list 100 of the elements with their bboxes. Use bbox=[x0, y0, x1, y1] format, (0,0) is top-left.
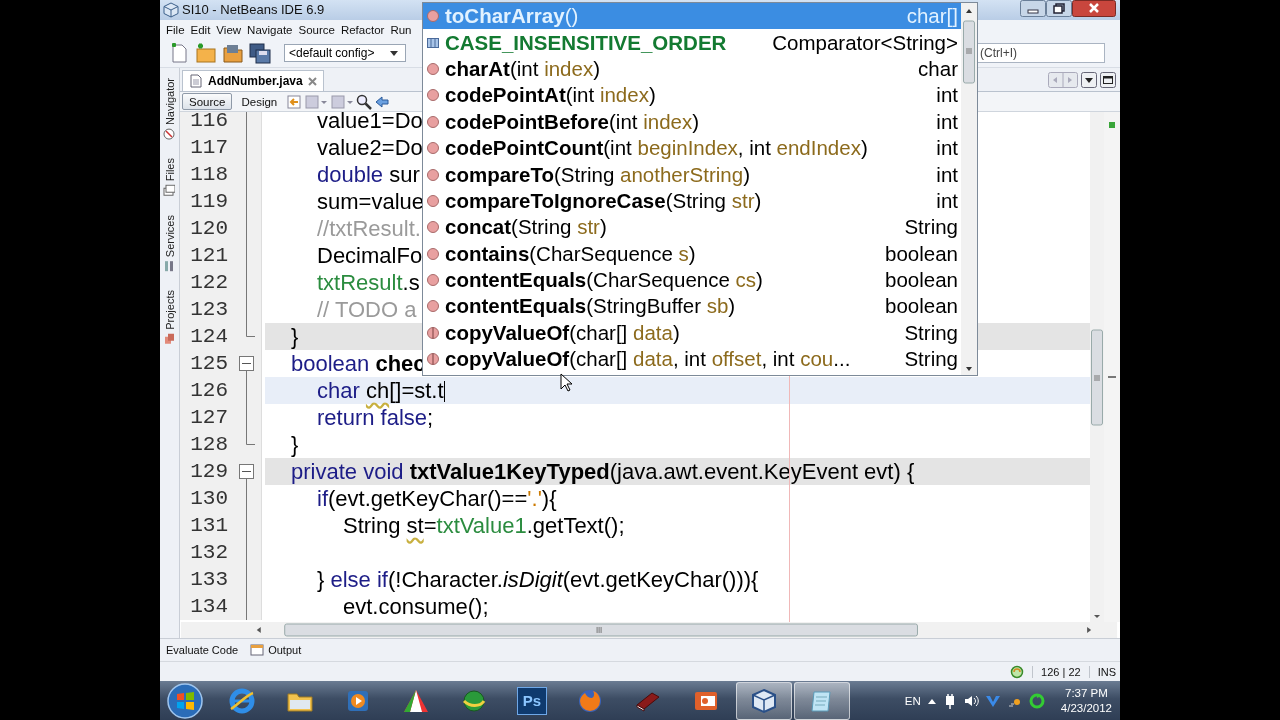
code-line: evt.consume(); bbox=[342, 593, 489, 621]
method-icon bbox=[426, 193, 440, 208]
arrow-left-icon[interactable] bbox=[374, 93, 391, 110]
view-toggle[interactable]: Design bbox=[234, 93, 285, 111]
side-tab[interactable]: Navigator bbox=[160, 74, 179, 145]
insert-mode: INS bbox=[1088, 665, 1116, 678]
restore-button[interactable] bbox=[1046, 0, 1072, 17]
history-icon[interactable] bbox=[286, 93, 303, 110]
completion-signature: contentEquals(CharSequence cs) bbox=[445, 268, 763, 293]
menu-item[interactable]: Edit bbox=[187, 23, 214, 36]
line-number: 118 bbox=[180, 161, 232, 189]
code-line: double sur bbox=[316, 161, 420, 189]
side-tab[interactable]: Files bbox=[160, 154, 179, 201]
completion-signature: toCharArray() bbox=[445, 4, 579, 29]
code-line: txtResult.s bbox=[316, 269, 420, 297]
completion-item[interactable]: codePointBefore(int index) int bbox=[423, 108, 961, 135]
taskbar-button[interactable]: Ps bbox=[504, 681, 560, 720]
window-title: SI10 - NetBeans IDE 6.9 bbox=[182, 1, 325, 19]
maximize-button[interactable] bbox=[1100, 71, 1116, 88]
method-icon bbox=[426, 88, 440, 103]
menu-item[interactable]: Navigate bbox=[244, 23, 296, 36]
completion-item[interactable]: codePointAt(int index) int bbox=[423, 82, 961, 109]
menu-item[interactable]: Refactor bbox=[337, 23, 388, 36]
completion-item[interactable]: concat(String str) String bbox=[423, 214, 961, 241]
collapse-icon[interactable] bbox=[239, 356, 254, 372]
menu-item[interactable]: View bbox=[213, 23, 245, 36]
side-tab[interactable]: Services bbox=[160, 210, 179, 276]
code-line: if(evt.getKeyChar()=='.'){ bbox=[316, 485, 557, 513]
line-number: 117 bbox=[180, 134, 232, 162]
line-number: 120 bbox=[180, 215, 232, 243]
close-icon[interactable] bbox=[307, 76, 317, 86]
completion-item[interactable]: contentEquals(StringBuffer sb) boolean bbox=[423, 293, 961, 320]
line-number: 134 bbox=[180, 593, 232, 621]
line-number: 122 bbox=[180, 269, 232, 297]
completion-item[interactable]: compareToIgnoreCase(String str) int bbox=[423, 187, 961, 215]
menu-item[interactable]: File bbox=[163, 23, 188, 36]
code-line: } else if(!Character.isDigit(evt.getKeyChar())){ bbox=[316, 566, 759, 594]
completion-signature: compareToIgnoreCase(String str) bbox=[445, 188, 762, 213]
folder-icon[interactable] bbox=[222, 42, 244, 65]
start-button[interactable] bbox=[166, 681, 204, 720]
panel-tab[interactable]: Evaluate Code bbox=[166, 644, 239, 657]
return-type: int bbox=[935, 162, 958, 187]
menu-item[interactable]: Source bbox=[295, 23, 338, 36]
save-all-icon[interactable] bbox=[249, 42, 271, 65]
completion-item[interactable]: contains(CharSequence s) boolean bbox=[423, 240, 961, 267]
sync-icon bbox=[1010, 664, 1025, 679]
language-indicator[interactable]: EN bbox=[904, 694, 921, 707]
completion-signature: contentEquals(StringBuffer sb) bbox=[445, 294, 736, 319]
close-button[interactable] bbox=[1072, 0, 1116, 17]
return-type: Comparator<String> bbox=[771, 30, 958, 55]
completion-item[interactable]: copyValueOf(char[] data) String bbox=[423, 319, 961, 347]
method-icon bbox=[426, 61, 440, 76]
search-icon[interactable] bbox=[356, 93, 373, 110]
clock-time: 7:37 PM bbox=[1065, 685, 1108, 701]
method-icon bbox=[426, 246, 440, 261]
config-dropdown[interactable]: <default config> bbox=[284, 44, 406, 63]
method-icon bbox=[426, 220, 440, 235]
completion-item[interactable]: copyValueOf(char[] data, int offset, int cou... String bbox=[423, 346, 961, 373]
return-type: boolean bbox=[884, 268, 958, 293]
completion-signature: contains(CharSequence s) bbox=[445, 241, 696, 266]
sync-icon[interactable] bbox=[1028, 692, 1045, 709]
completion-signature: concat(String str) bbox=[445, 215, 607, 240]
code-line: return false; bbox=[316, 404, 434, 432]
line-number: 128 bbox=[180, 431, 232, 459]
side-tab[interactable]: Projects bbox=[160, 285, 179, 349]
clock-date: 4/23/2012 bbox=[1060, 700, 1112, 716]
line-number: 116 bbox=[180, 112, 232, 135]
cube-icon bbox=[163, 2, 179, 18]
line-number: 125 bbox=[180, 350, 232, 378]
completion-signature: codePointAt(int index) bbox=[445, 83, 656, 108]
line-number: 121 bbox=[180, 242, 232, 270]
cursor-position: 126 | 22 bbox=[1032, 665, 1081, 678]
menu-item[interactable]: Run bbox=[387, 23, 415, 36]
return-type: int bbox=[935, 136, 958, 161]
search-field[interactable]: (Ctrl+I) bbox=[975, 43, 1105, 64]
completion-item[interactable]: compareTo(String anotherString) int bbox=[423, 161, 961, 188]
line-number: 119 bbox=[180, 188, 232, 216]
taskbar-button[interactable] bbox=[736, 681, 792, 720]
code-line: } bbox=[290, 323, 299, 351]
editor-tab[interactable]: AddNumber.java bbox=[182, 70, 324, 92]
completion-item[interactable]: CASE_INSENSITIVE_ORDER Comparator<String> bbox=[423, 29, 961, 56]
clock[interactable]: 7:37 PM 4/23/2012 bbox=[1060, 685, 1112, 716]
new-project-icon[interactable] bbox=[195, 42, 217, 65]
line-number: 127 bbox=[180, 404, 232, 432]
completion-signature: copyValueOf(char[] data) bbox=[445, 320, 680, 345]
view-toggle[interactable]: Source bbox=[182, 93, 233, 111]
completion-item[interactable]: charAt(int index) char bbox=[423, 55, 961, 83]
code-line: //txtResult. bbox=[316, 215, 421, 243]
popup-scrollbar[interactable] bbox=[961, 3, 977, 375]
return-type: int bbox=[935, 188, 958, 213]
line-number: 130 bbox=[180, 485, 232, 513]
method-icon bbox=[426, 167, 440, 182]
dropdown-button[interactable] bbox=[1081, 71, 1097, 88]
panel-tab[interactable]: Output bbox=[250, 643, 302, 658]
return-type: int bbox=[935, 109, 958, 134]
line-number: 123 bbox=[180, 296, 232, 324]
completion-item[interactable]: contentEquals(CharSequence cs) boolean bbox=[423, 266, 961, 294]
collapse-icon[interactable] bbox=[239, 464, 254, 480]
completion-item[interactable]: codePointCount(int beginIndex, int endIndex) int bbox=[423, 134, 961, 162]
window-icon bbox=[250, 643, 265, 658]
